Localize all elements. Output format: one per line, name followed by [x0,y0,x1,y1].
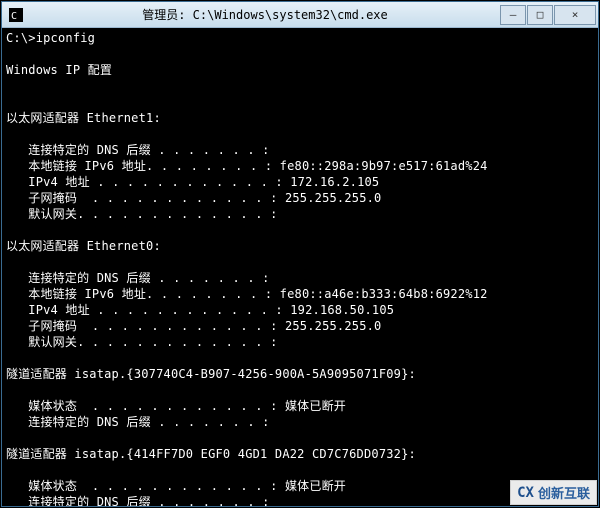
cmd-window: C 管理员: C:\Windows\system32\cmd.exe — □ ×… [1,1,599,507]
terminal-output[interactable]: C:\>ipconfig Windows IP 配置 以太网适配器 Ethern… [2,28,598,506]
titlebar[interactable]: C 管理员: C:\Windows\system32\cmd.exe — □ × [2,2,598,28]
window-title: 管理员: C:\Windows\system32\cmd.exe [30,6,500,23]
maximize-button[interactable]: □ [527,5,553,25]
cmd-icon: C [8,7,24,23]
minimize-button[interactable]: — [500,5,526,25]
watermark-logo: CX [517,485,534,501]
window-buttons: — □ × [500,5,596,25]
watermark-text: 创新互联 [538,483,590,502]
watermark: CX 创新互联 [510,480,597,505]
svg-text:C: C [11,11,17,22]
close-button[interactable]: × [554,5,596,25]
